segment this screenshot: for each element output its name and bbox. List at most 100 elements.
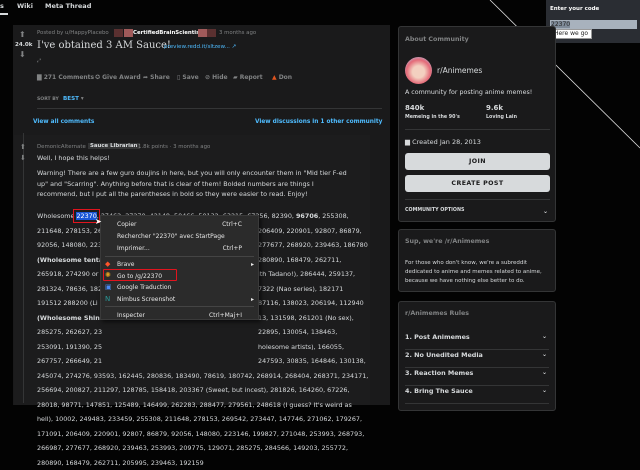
- line-bold: 96706: [296, 212, 318, 220]
- code-label: Enter your code: [550, 6, 599, 12]
- menu-item-go-to[interactable]: Go to /g/22370: [117, 273, 162, 280]
- view-all-comments-link[interactable]: View all comments: [33, 119, 94, 125]
- divider: [405, 129, 550, 130]
- sup-text-line: because we have nothing else better to d…: [405, 277, 542, 286]
- comment-line: 245074, 274276, 93593, 162445, 280836, 1…: [37, 369, 368, 384]
- post-link[interactable]: preview.redd.it/sltzew... ↗: [164, 44, 236, 50]
- donate-button[interactable]: ▲ Don: [272, 74, 292, 81]
- flair-emoji-icon: [124, 29, 133, 37]
- give-award-button[interactable]: ✪ Give Award: [95, 74, 141, 81]
- rule-item[interactable]: 3. Reaction Memes⌄: [405, 369, 549, 386]
- wholesome-label: Wholesome: [37, 212, 74, 220]
- report-label: Report: [240, 74, 263, 81]
- comment-line-right: 22895, 130054, 138463,: [258, 325, 337, 340]
- google-translate-icon: ▣: [105, 283, 112, 291]
- menu-item-print[interactable]: Imprimer...: [117, 245, 150, 252]
- sort-dropdown[interactable]: BEST ▾: [63, 96, 84, 102]
- community-name[interactable]: r/Animemes: [437, 66, 482, 75]
- comment-line: (Wholesome tenta: [37, 253, 103, 268]
- print-shortcut: Ctrl+P: [223, 245, 242, 252]
- join-button[interactable]: JOIN: [405, 153, 550, 170]
- comment-line: 171091, 206409, 220901, 92807, 86879, 92…: [37, 427, 364, 442]
- comment-line: 280890, 168479, 262711, 205995, 239463, …: [37, 456, 204, 470]
- post-time: 3 months ago: [219, 30, 256, 36]
- comment-downvote-icon[interactable]: ⬇: [20, 154, 26, 162]
- external-link-icon: ↗: [232, 44, 237, 50]
- online-count: 9.6k: [486, 104, 503, 112]
- give-award-label: Give Award: [102, 74, 141, 81]
- post-link-text: preview.redd.it/sltzew...: [164, 44, 230, 50]
- report-button[interactable]: ▰ Report: [233, 74, 263, 81]
- menu-separator: [105, 256, 254, 257]
- sup-text-line: dedicated to anime and memes related to …: [405, 268, 542, 277]
- rule-label: 1. Post Animemes: [405, 333, 470, 341]
- share-label: Share: [150, 74, 170, 81]
- rules-card: r/Animemes Rules 1. Post Animemes⌄ 2. No…: [398, 301, 556, 411]
- comment-greeting: Well, I hope this helps!: [37, 151, 110, 166]
- comments-button[interactable]: ▇ 271 Comments: [37, 74, 94, 81]
- user-flair: CertifiedBrainScientist: [133, 30, 202, 36]
- comment-line: 266987, 277677, 268920, 239463, 253993, …: [37, 441, 348, 456]
- comment-upvote-icon[interactable]: ⬆: [20, 143, 26, 151]
- comment-line: (Wholesome Shin: [37, 311, 100, 326]
- online-label: Loving Lain: [486, 115, 517, 120]
- chevron-down-icon: ⌄: [543, 208, 548, 215]
- comment-line-right: ith Tadano!), 286444, 259137,: [258, 267, 355, 282]
- comment-meta: 1.8k points · 3 months ago: [138, 144, 210, 150]
- menu-item-nimbus[interactable]: Nimbus Screenshot: [117, 296, 175, 303]
- comment-author[interactable]: DemonicAlternate: [37, 144, 86, 150]
- code-dialog: Enter your code 22370 Here we go: [546, 0, 640, 43]
- warning-line: recommend, but I put all the parentheses…: [37, 189, 347, 200]
- comment-line-right: 87116, 138023, 206194, 112940: [258, 296, 364, 311]
- rule-label: 3. Reaction Memes: [405, 369, 473, 377]
- chevron-down-icon: ⌄: [542, 333, 547, 340]
- hide-label: Hide: [212, 74, 227, 81]
- community-options-label: COMMUNITY OPTIONS: [405, 208, 464, 213]
- comment-line-right: 7322 (Nao series), 182171: [258, 282, 343, 297]
- flair-emoji-icon: [207, 29, 216, 37]
- code-input[interactable]: 22370: [550, 20, 637, 29]
- menu-item-copy[interactable]: Copier: [117, 221, 137, 228]
- comment-line: 267757, 266649, 21: [37, 354, 102, 369]
- community-options-toggle[interactable]: COMMUNITY OPTIONS ⌄: [405, 208, 550, 213]
- menu-item-inspect[interactable]: Inspecter: [117, 312, 145, 319]
- sup-title: Sup, we're /r/Animemes: [405, 238, 489, 245]
- members-count: 840k: [405, 104, 424, 112]
- rule-item[interactable]: 4. Bring The Sauce⌄: [405, 387, 549, 404]
- divider: [37, 108, 382, 109]
- downvote-icon[interactable]: ⬇: [19, 50, 26, 59]
- save-button[interactable]: ▯ Save: [177, 74, 199, 81]
- menu-item-translate[interactable]: Google Traduction: [117, 284, 171, 291]
- upvote-icon[interactable]: ⬆: [19, 30, 26, 39]
- posted-by[interactable]: Posted by u/HappyPlacebo: [37, 30, 109, 36]
- chevron-down-icon: ⌄: [542, 351, 547, 358]
- comment-flair: Sauce Librarian: [88, 143, 140, 149]
- view-discussions-link[interactable]: View discussions in 1 other community: [255, 119, 382, 125]
- comment-line-right: holesome artists), 166055,: [258, 340, 344, 355]
- post-title[interactable]: I've obtained 3 AM Sauce!: [37, 40, 171, 51]
- thread-line[interactable]: [23, 133, 24, 403]
- menu-item-search[interactable]: Rechercher "22370" avec StartPage: [117, 233, 225, 240]
- rule-label: 2. No Unedited Media: [405, 351, 483, 359]
- here-we-go-button[interactable]: Here we go: [550, 29, 592, 39]
- menu-separator: [105, 306, 254, 307]
- create-post-button[interactable]: CREATE POST: [405, 175, 550, 192]
- expand-icon[interactable]: ⤢: [37, 58, 41, 64]
- comments-label: 271 Comments: [44, 74, 94, 81]
- comment-line-right: 280890, 168479, 262711,: [258, 253, 341, 268]
- comment-icon: ▇: [37, 74, 44, 81]
- selected-code[interactable]: 22370: [76, 212, 96, 220]
- rule-item[interactable]: 1. Post Animemes ⌄: [405, 333, 549, 350]
- rule-label: 4. Bring The Sauce: [405, 387, 473, 395]
- go-to-icon: ✺: [105, 271, 111, 279]
- hide-button[interactable]: ⊘ Hide: [205, 74, 228, 81]
- members-label: Memeing in the 90's: [405, 115, 460, 120]
- menu-item-brave[interactable]: Brave: [117, 261, 135, 268]
- about-community-card: About Community r/Animemes A community f…: [398, 26, 556, 222]
- comment-line: 256694, 200827, 211297, 128785, 158418, …: [37, 383, 350, 398]
- flair-emoji-icon: [114, 29, 123, 37]
- chevron-down-icon: ▾: [81, 96, 84, 102]
- comment-warning: Warning! There are a few guro doujins in…: [37, 168, 347, 200]
- share-button[interactable]: ➦ Share: [143, 74, 170, 81]
- rule-item[interactable]: 2. No Unedited Media ⌄: [405, 351, 549, 368]
